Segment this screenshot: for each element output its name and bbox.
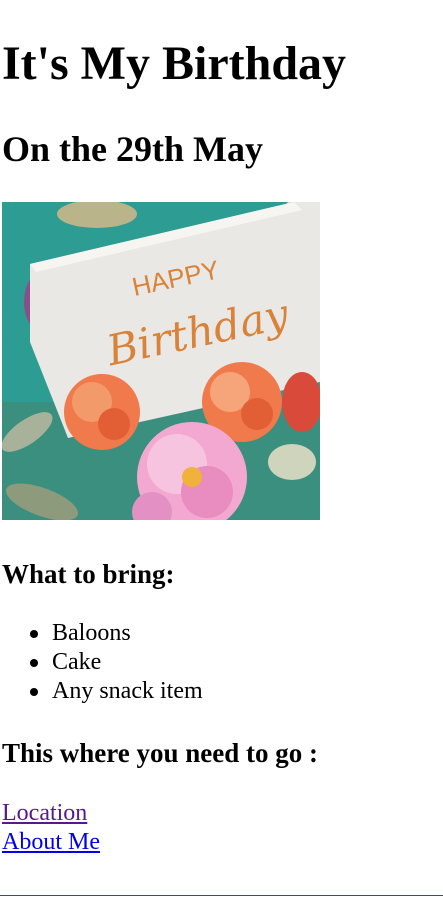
list-item-label: Cake [52, 649, 102, 675]
birthday-card-photo: HAPPY Birthday [2, 202, 320, 520]
list-item-label: Baloons [52, 620, 131, 646]
bottom-divider [0, 895, 443, 896]
page-title: It's My Birthday [2, 37, 347, 90]
directions-heading: This where you need to go : [2, 738, 319, 768]
bring-list: Baloons Cake Any snack item [2, 619, 203, 706]
bullet-icon [30, 688, 38, 696]
about-me-link[interactable]: About Me [2, 828, 100, 857]
location-link[interactable]: Location [2, 799, 100, 828]
list-item-label: Any snack item [52, 678, 203, 704]
list-item: Cake [2, 648, 203, 677]
list-item: Baloons [2, 619, 203, 648]
page-subtitle: On the 29th May [2, 129, 263, 169]
list-item: Any snack item [2, 677, 203, 706]
directions-links: Location About Me [2, 799, 100, 857]
bullet-icon [30, 659, 38, 667]
bullet-icon [30, 630, 38, 638]
bring-heading: What to bring: [2, 559, 175, 589]
